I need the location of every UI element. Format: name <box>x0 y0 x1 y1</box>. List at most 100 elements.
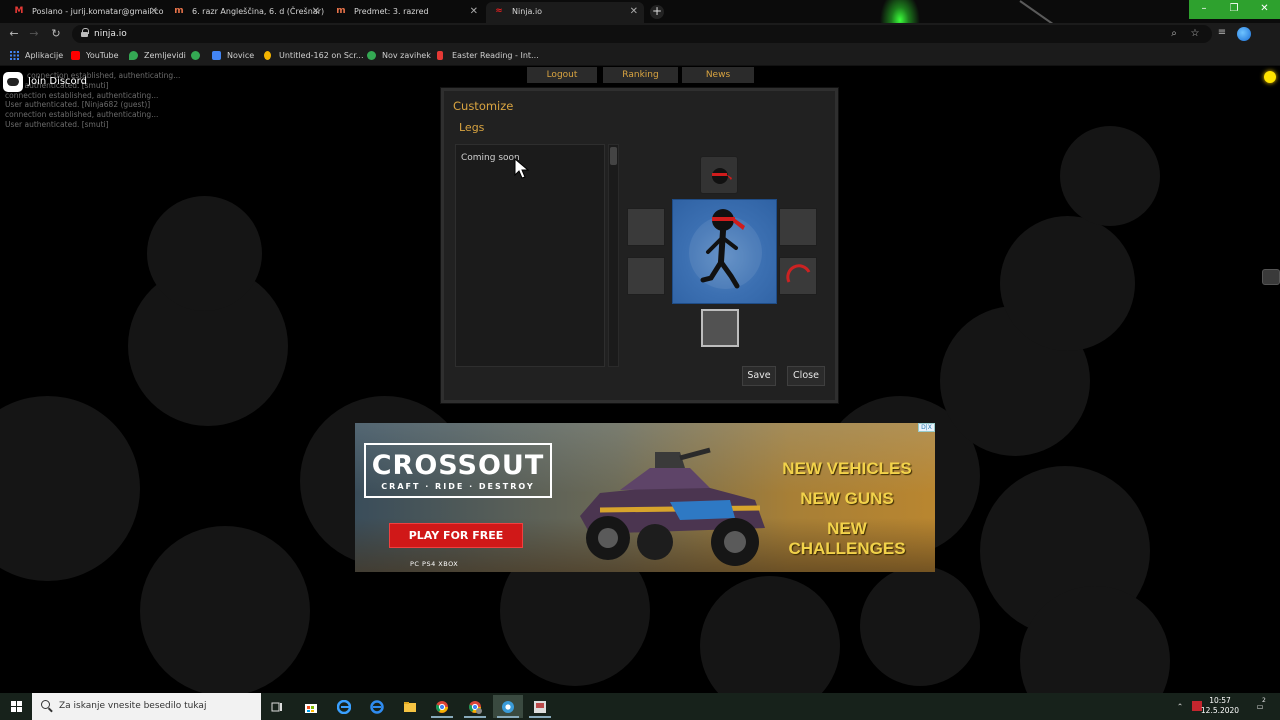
tray-expand-icon[interactable]: ⌃ <box>1172 693 1188 720</box>
tab-title: Poslano - jurij.komatar@gmail.co <box>32 7 164 16</box>
wallpaper-streak <box>1019 0 1119 23</box>
menu-ranking[interactable]: Ranking <box>603 67 678 83</box>
edge-icon <box>337 700 351 714</box>
minimize-button[interactable]: – <box>1189 0 1219 19</box>
log-line: connection established, authenticating..… <box>5 90 159 100</box>
taskbar-edge[interactable] <box>329 695 359 718</box>
running-indicator <box>464 716 486 718</box>
ad-pitch-line: NEW CHALLENGES <box>788 519 906 558</box>
taskbar-chrome[interactable] <box>427 695 457 718</box>
bookmark-label: Novice <box>227 51 255 60</box>
scratch-icon <box>264 51 271 60</box>
slot-left-lower[interactable] <box>627 257 665 295</box>
taskbar-ie[interactable] <box>362 695 392 718</box>
bookmark-apps[interactable]: Aplikacije <box>10 49 63 62</box>
join-discord-link[interactable]: Join Discord <box>28 75 87 88</box>
ad-brand: CROSSOUT <box>371 450 545 481</box>
menu-news[interactable]: News <box>682 67 754 83</box>
taskbar-chrome-profile[interactable] <box>460 695 490 718</box>
slot-right-upper[interactable] <box>779 208 817 246</box>
bookmark-label: Nov zavihek <box>382 51 431 60</box>
forward-arrow-icon[interactable]: → <box>26 26 42 42</box>
maps-pin-icon <box>129 51 138 60</box>
slot-head[interactable] <box>700 156 738 194</box>
close-button[interactable]: Close <box>787 366 825 386</box>
close-icon[interactable]: ✕ <box>630 2 638 21</box>
ad-banner[interactable]: CROSSOUT CRAFT · RIDE · DESTROY PLAY FOR… <box>355 423 935 572</box>
restore-button[interactable]: ❐ <box>1219 0 1249 19</box>
browser-tab-predmet[interactable]: m Predmet: 3. razred ✕ <box>328 2 484 23</box>
close-window-button[interactable]: ✕ <box>1249 0 1280 19</box>
new-tab-button[interactable]: + <box>650 5 664 19</box>
adchoices-icon[interactable]: D|X <box>918 423 935 432</box>
folder-icon <box>404 702 416 712</box>
taskbar-chrome-active[interactable] <box>493 695 523 718</box>
store-icon <box>305 704 317 713</box>
bookmark-novice[interactable]: Novice <box>212 49 254 62</box>
running-indicator <box>497 716 519 718</box>
clock-date: 12.5.2020 <box>1200 706 1240 715</box>
youtube-icon <box>71 51 80 60</box>
browser-tab-anglescina[interactable]: m 6. razr Angleščina, 6. d (Črešnar) ✕ <box>166 2 326 23</box>
play-for-free-button[interactable]: PLAY FOR FREE <box>389 523 523 548</box>
slot-legs-selected[interactable] <box>701 309 739 347</box>
browser-tabstrip: M Poslano - jurij.komatar@gmail.co ✕ m 6… <box>0 0 1280 23</box>
taskbar-explorer[interactable] <box>395 695 425 718</box>
teams-icon: m <box>336 6 346 16</box>
bookmark-untitled[interactable]: Untitled-162 on Scr... <box>264 49 364 62</box>
browser-toolbar: ← → ↻ ninja.io ⌕ ☆ ≡ ⋮ <box>0 23 1280 63</box>
reload-icon[interactable]: ↻ <box>48 26 64 42</box>
ninja-head-icon <box>712 168 732 184</box>
bookmark-nov-zavihek[interactable]: Nov zavihek <box>367 49 431 62</box>
bookmark-chrome-web[interactable] <box>191 49 206 62</box>
bookmark-star-icon[interactable]: ☆ <box>1188 27 1202 41</box>
running-indicator <box>431 716 453 718</box>
menu-logout[interactable]: Logout <box>527 67 597 83</box>
background-circle <box>860 566 980 686</box>
red-arc-icon <box>786 264 811 283</box>
media-queue-icon[interactable]: ≡ <box>1215 26 1229 40</box>
profile-avatar[interactable] <box>1237 27 1251 41</box>
background-circle <box>1060 126 1160 226</box>
task-view-button[interactable] <box>262 695 292 718</box>
bookmark-label: Easter Reading - Int... <box>452 51 539 60</box>
browser-tab-gmail[interactable]: M Poslano - jurij.komatar@gmail.co ✕ <box>6 2 164 23</box>
game-canvas[interactable]: Logout Ranking News connection establish… <box>0 66 1280 693</box>
scrollbar-thumb[interactable] <box>610 147 617 165</box>
taskbar-clock[interactable]: 10:57 12.5.2020 <box>1200 696 1240 716</box>
character-preview <box>672 199 777 304</box>
slot-right-lower[interactable] <box>779 257 817 295</box>
background-circle <box>140 526 310 693</box>
close-icon[interactable]: ✕ <box>470 2 478 21</box>
taskbar-store[interactable] <box>296 695 326 718</box>
side-panel-handle[interactable] <box>1262 269 1280 285</box>
task-view-icon <box>271 702 282 712</box>
start-button[interactable] <box>0 693 32 720</box>
back-arrow-icon[interactable]: ← <box>6 26 22 42</box>
tab-title: Predmet: 3. razred <box>354 7 429 16</box>
taskbar-search-box[interactable]: Za iskanje vnesite besedilo tukaj <box>32 693 261 720</box>
list-scrollbar[interactable] <box>608 144 619 367</box>
status-indicator <box>1264 71 1276 83</box>
bookmark-easter-reading[interactable]: Easter Reading - Int... <box>437 49 539 62</box>
address-bar[interactable]: ninja.io ⌕ ☆ <box>72 25 1212 43</box>
tab-title: Ninja.io <box>512 7 543 16</box>
clock-time: 10:57 <box>1209 696 1231 705</box>
ninja-character-icon <box>700 209 745 289</box>
teams-icon: m <box>174 6 184 16</box>
save-button[interactable]: Save <box>742 366 776 386</box>
log-line: connection established, authenticating..… <box>5 110 159 120</box>
app-window-icon <box>534 701 546 713</box>
lock-icon <box>81 28 89 38</box>
zoom-icon[interactable]: ⌕ <box>1167 27 1181 41</box>
ninja-icon: ≈ <box>495 6 503 16</box>
slot-left-upper[interactable] <box>627 208 665 246</box>
browser-tab-ninja[interactable]: ≈ Ninja.io ✕ <box>486 2 644 23</box>
close-icon[interactable]: ✕ <box>150 2 158 21</box>
close-icon[interactable]: ✕ <box>312 2 320 21</box>
bookmark-youtube[interactable]: YouTube <box>71 49 119 62</box>
discord-icon[interactable] <box>3 72 23 92</box>
taskbar-app[interactable] <box>525 695 555 718</box>
notification-center-button[interactable]: ▭ 2 <box>1250 693 1270 720</box>
bookmark-zemljevidi[interactable]: Zemljevidi <box>129 49 186 62</box>
